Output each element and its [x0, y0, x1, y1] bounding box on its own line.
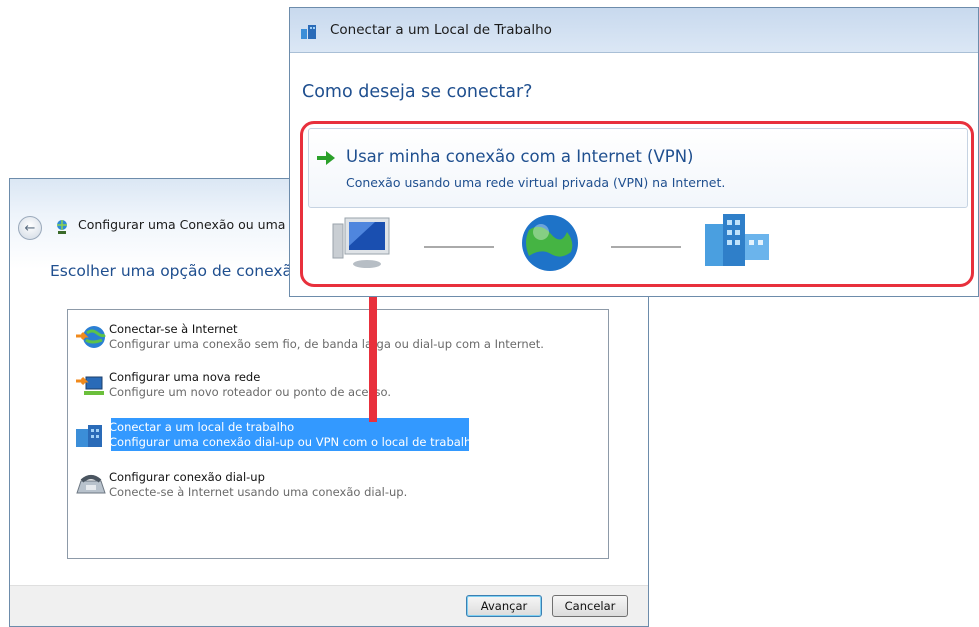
dialog-footer: Avançar Cancelar: [10, 585, 648, 626]
option-title: Configurar conexão dial-up: [109, 470, 265, 484]
dialog-title: Conectar a um Local de Trabalho: [330, 22, 552, 38]
cancel-button[interactable]: Cancelar: [552, 595, 628, 617]
network-setup-icon: [76, 376, 104, 395]
option-title: Configurar uma nova rede: [109, 370, 261, 384]
option-connect-workplace[interactable]: Conectar a um local de trabalho Configur…: [74, 418, 594, 452]
option-title: Conectar-se à Internet: [109, 322, 238, 336]
network-icon: [57, 220, 67, 234]
back-button[interactable]: ←: [18, 216, 42, 240]
option-description: Conecte-se à Internet usando uma conexão…: [109, 485, 408, 499]
option-description: Configurar uma conexão dial-up ou VPN co…: [109, 435, 482, 449]
option-connect-internet[interactable]: Conectar-se à Internet Configurar uma co…: [74, 320, 594, 354]
option-title: Conectar a um local de trabalho: [109, 420, 295, 434]
connect-workplace-dialog: Conectar a um Local de Trabalho Como des…: [289, 7, 979, 297]
workplace-icon: [76, 425, 102, 447]
option-description: Configure um novo roteador ou ponto de a…: [109, 385, 391, 399]
option-description: Configurar uma conexão sem fio, de banda…: [109, 337, 544, 351]
workplace-icon: [301, 25, 316, 39]
page-heading: Escolher uma opção de conexão: [50, 262, 302, 280]
phone-modem-icon: [76, 475, 106, 494]
globe-icon: [76, 326, 106, 348]
next-button[interactable]: Avançar: [466, 595, 542, 617]
page-heading: Como deseja se conectar?: [302, 82, 533, 102]
connection-options-list: Conectar-se à Internet Configurar uma co…: [67, 309, 609, 559]
back-arrow-icon: ←: [24, 220, 36, 236]
dialog-title: Configurar uma Conexão ou uma Rede: [78, 217, 321, 232]
option-dialup[interactable]: Configurar conexão dial-up Conecte-se à …: [74, 468, 594, 502]
option-new-network[interactable]: Configurar uma nova rede Configure um no…: [74, 368, 594, 402]
